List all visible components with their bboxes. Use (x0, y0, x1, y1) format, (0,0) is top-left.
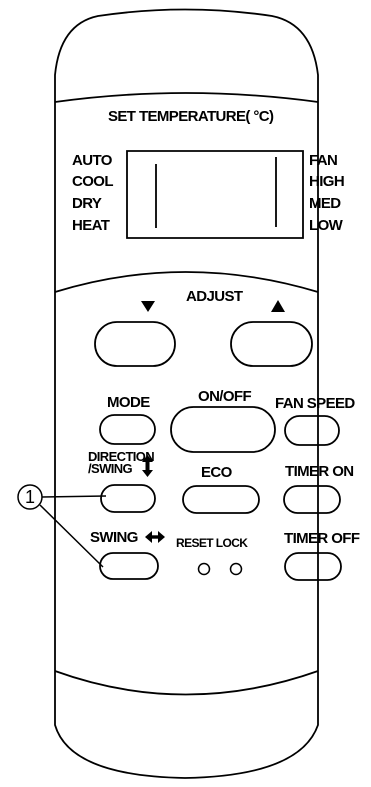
on-off-label: ON/OFF (198, 388, 252, 405)
timer-off-button[interactable] (285, 553, 341, 580)
mode-label-heat: HEAT (72, 217, 110, 234)
fan-speed-label: FAN SPEED (275, 395, 355, 412)
on-off-button[interactable] (171, 407, 275, 452)
triangle-up-icon (271, 300, 285, 312)
timer-off-label: TIMER OFF (284, 530, 360, 547)
mode-label-auto: AUTO (72, 152, 112, 169)
swing-button[interactable] (100, 553, 158, 579)
mode-label: MODE (107, 394, 150, 411)
fan-label-high: HIGH (309, 173, 345, 190)
mode-label-dry: DRY (72, 195, 102, 212)
eco-button[interactable] (183, 486, 259, 513)
lock-button[interactable] (229, 562, 243, 576)
adjust-label: ADJUST (186, 288, 243, 305)
timer-on-button[interactable] (284, 486, 340, 513)
set-temperature-title: SET TEMPERATURE( °C) (108, 108, 274, 125)
fan-label-low: LOW (309, 217, 343, 234)
reset-lock-label: RESET LOCK (176, 536, 248, 550)
swing-label: SWING (90, 529, 138, 546)
mode-button[interactable] (100, 415, 155, 444)
adjust-up-button[interactable] (231, 322, 312, 366)
timer-on-label: TIMER ON (285, 463, 354, 480)
display-panel-top-line (54, 92, 319, 103)
eco-label: ECO (201, 464, 232, 481)
fan-label-fan: FAN (309, 152, 338, 169)
triangle-down-icon (141, 301, 155, 312)
bottom-panel-line (54, 670, 319, 696)
mode-label-cool: COOL (72, 173, 114, 190)
fan-label-med: MED (309, 195, 341, 212)
direction-swing-button[interactable] (101, 485, 155, 512)
adjust-down-button[interactable] (95, 322, 175, 366)
left-right-arrow-icon (145, 531, 165, 543)
fan-speed-button[interactable] (285, 416, 339, 445)
callout-leader-1 (41, 495, 107, 498)
callout-number: 1 (24, 487, 35, 507)
swing-subline-label: /SWING (88, 461, 133, 476)
reset-button[interactable] (197, 562, 211, 576)
